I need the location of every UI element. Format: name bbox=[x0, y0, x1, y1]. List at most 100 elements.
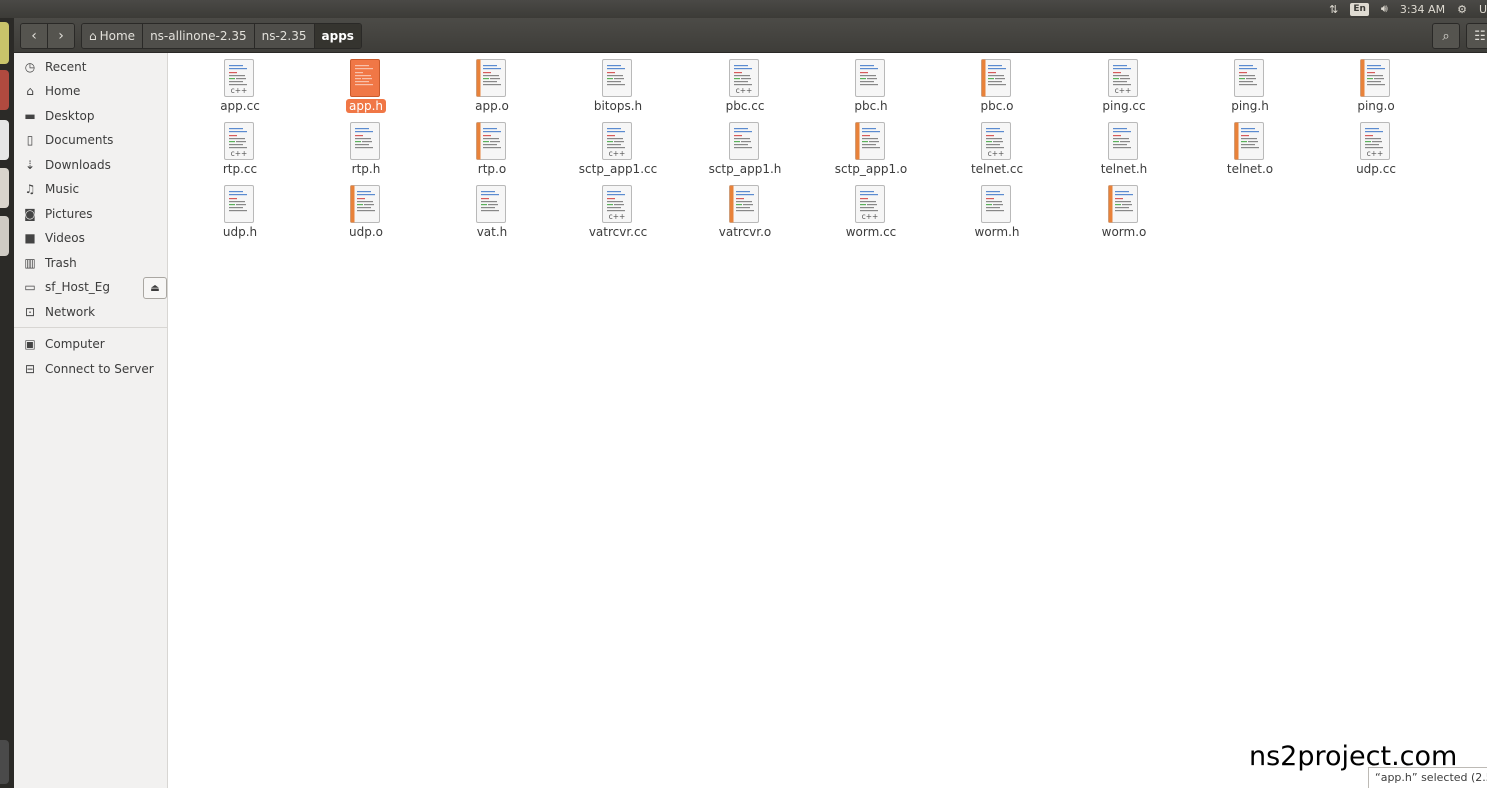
sidebar-item-label: Connect to Server bbox=[45, 362, 154, 376]
header-file-icon bbox=[350, 122, 380, 160]
session-gear-icon[interactable]: ⚙ bbox=[1457, 3, 1467, 16]
back-button[interactable]: ‹ bbox=[21, 24, 47, 48]
breadcrumb-label: Home bbox=[99, 29, 136, 43]
object-file-icon bbox=[350, 185, 380, 223]
header-file-icon bbox=[1234, 59, 1264, 97]
document-icon: ▯ bbox=[26, 133, 34, 147]
file-item[interactable]: c++ pbc.cc bbox=[685, 55, 805, 117]
file-name-text: sctp_app1.cc bbox=[578, 162, 658, 176]
file-item[interactable]: c++ ping.cc bbox=[1064, 55, 1184, 117]
breadcrumb-apps[interactable]: apps bbox=[313, 24, 361, 48]
object-file-icon bbox=[1360, 59, 1390, 97]
object-file-icon bbox=[855, 122, 885, 160]
file-item[interactable]: udp.o bbox=[306, 181, 426, 243]
sidebar-item-label: Recent bbox=[45, 60, 87, 74]
clock-label[interactable]: 3:34 AM bbox=[1400, 3, 1445, 16]
sidebar-item-home[interactable]: ⌂ Home bbox=[14, 80, 167, 102]
launcher-item-files[interactable] bbox=[0, 120, 9, 160]
user-menu-label[interactable]: U bbox=[1479, 3, 1487, 16]
sidebar-item-label: Videos bbox=[45, 231, 85, 245]
file-name-label: vatrcvr.o bbox=[685, 225, 805, 239]
breadcrumb-home[interactable]: ⌂ Home bbox=[82, 24, 143, 48]
file-item[interactable]: rtp.h bbox=[306, 118, 426, 180]
panel-indicators: ⇅ En 🔊︎ 3:34 AM ⚙ U bbox=[1329, 0, 1487, 18]
file-item[interactable]: c++ udp.cc bbox=[1316, 118, 1436, 180]
launcher-item-trash[interactable] bbox=[0, 740, 9, 784]
file-item[interactable]: pbc.o bbox=[937, 55, 1057, 117]
file-item[interactable]: app.h bbox=[306, 55, 426, 117]
file-item[interactable]: worm.h bbox=[937, 181, 1057, 243]
file-name-text: pbc.h bbox=[854, 99, 888, 113]
file-item[interactable]: sctp_app1.h bbox=[685, 118, 805, 180]
sidebar-item-label: sf_Host_Eg bbox=[45, 280, 110, 294]
file-item[interactable]: udp.h bbox=[180, 181, 300, 243]
sidebar-item-connect-server[interactable]: ⊟ Connect to Server bbox=[14, 358, 167, 380]
file-name-label: worm.h bbox=[937, 225, 1057, 239]
breadcrumb-ns-allinone[interactable]: ns-allinone-2.35 bbox=[142, 24, 254, 48]
file-name-label: app.o bbox=[432, 99, 552, 113]
file-item[interactable]: ping.h bbox=[1190, 55, 1310, 117]
breadcrumb-ns[interactable]: ns-2.35 bbox=[253, 24, 314, 48]
sidebar-item-pictures[interactable]: ◙ Pictures bbox=[14, 203, 167, 225]
keyboard-layout-indicator[interactable]: En bbox=[1350, 2, 1369, 16]
sidebar-item-videos[interactable]: ■ Videos bbox=[14, 227, 167, 249]
object-file-icon bbox=[476, 59, 506, 97]
list-view-icon: ☷ bbox=[1474, 28, 1486, 44]
file-name-text: pbc.cc bbox=[725, 99, 765, 113]
file-name-text: bitops.h bbox=[593, 99, 643, 113]
search-button[interactable]: ⌕ bbox=[1432, 23, 1460, 49]
file-item[interactable]: c++ app.cc bbox=[180, 55, 300, 117]
file-name-label: rtp.cc bbox=[180, 162, 300, 176]
file-item[interactable]: bitops.h bbox=[558, 55, 678, 117]
file-name-label: udp.cc bbox=[1316, 162, 1436, 176]
sidebar-item-desktop[interactable]: ▬ Desktop bbox=[14, 105, 167, 127]
file-name-label: rtp.o bbox=[432, 162, 552, 176]
eject-button[interactable]: ⏏ bbox=[143, 277, 167, 299]
sidebar-item-trash[interactable]: ▥ Trash bbox=[14, 252, 167, 274]
svg-text:c++: c++ bbox=[231, 149, 248, 158]
breadcrumb-label: apps bbox=[321, 29, 354, 43]
file-item[interactable]: c++ telnet.cc bbox=[937, 118, 1057, 180]
file-name-label: sctp_app1.cc bbox=[558, 162, 678, 176]
file-item[interactable]: worm.o bbox=[1064, 181, 1184, 243]
network-transfer-icon[interactable]: ⇅ bbox=[1329, 3, 1338, 16]
file-item[interactable]: c++ worm.cc bbox=[811, 181, 931, 243]
file-item[interactable]: telnet.o bbox=[1190, 118, 1310, 180]
view-toggle-button[interactable]: ☷ bbox=[1466, 23, 1487, 49]
file-name-text: telnet.cc bbox=[970, 162, 1024, 176]
file-name-text: ping.cc bbox=[1102, 99, 1146, 113]
launcher-item-text-editor[interactable] bbox=[0, 168, 9, 208]
file-item[interactable]: rtp.o bbox=[432, 118, 552, 180]
file-item[interactable]: sctp_app1.o bbox=[811, 118, 931, 180]
file-item[interactable]: vatrcvr.o bbox=[685, 181, 805, 243]
forward-button[interactable]: › bbox=[47, 24, 74, 48]
file-name-text: app.o bbox=[475, 99, 509, 113]
sidebar-item-label: Documents bbox=[45, 133, 114, 147]
file-name-text: rtp.h bbox=[351, 162, 381, 176]
launcher-item-dash[interactable] bbox=[0, 22, 9, 64]
file-item[interactable]: app.o bbox=[432, 55, 552, 117]
launcher-item-app[interactable] bbox=[0, 70, 9, 110]
sidebar-item-recent[interactable]: ◷ Recent bbox=[14, 56, 167, 78]
volume-icon[interactable]: 🔊︎ bbox=[1381, 2, 1388, 16]
sidebar-item-music[interactable]: ♫ Music bbox=[14, 178, 167, 200]
sidebar-item-documents[interactable]: ▯ Documents bbox=[14, 129, 167, 151]
file-item[interactable]: telnet.h bbox=[1064, 118, 1184, 180]
file-name-text: ping.o bbox=[1357, 99, 1395, 113]
file-item[interactable]: c++ sctp_app1.cc bbox=[558, 118, 678, 180]
computer-icon: ▣ bbox=[24, 337, 36, 351]
sidebar-item-network[interactable]: ⊡ Network bbox=[14, 301, 167, 323]
file-item[interactable]: ping.o bbox=[1316, 55, 1436, 117]
file-item[interactable]: c++ rtp.cc bbox=[180, 118, 300, 180]
launcher-item-settings[interactable] bbox=[0, 216, 9, 256]
file-view[interactable]: c++ app.cc app.h app.o bitops.h c++ pbc.cc pbc.… bbox=[172, 53, 1487, 788]
sidebar-item-computer[interactable]: ▣ Computer bbox=[14, 333, 167, 355]
file-item[interactable]: vat.h bbox=[432, 181, 552, 243]
file-item[interactable]: pbc.h bbox=[811, 55, 931, 117]
file-name-label: sctp_app1.h bbox=[685, 162, 805, 176]
file-item[interactable]: c++ vatrcvr.cc bbox=[558, 181, 678, 243]
file-name-label: ping.h bbox=[1190, 99, 1310, 113]
sidebar-item-downloads[interactable]: ⇣ Downloads bbox=[14, 154, 167, 176]
trash-icon: ▥ bbox=[24, 256, 36, 270]
eject-icon: ⏏ bbox=[150, 282, 160, 294]
